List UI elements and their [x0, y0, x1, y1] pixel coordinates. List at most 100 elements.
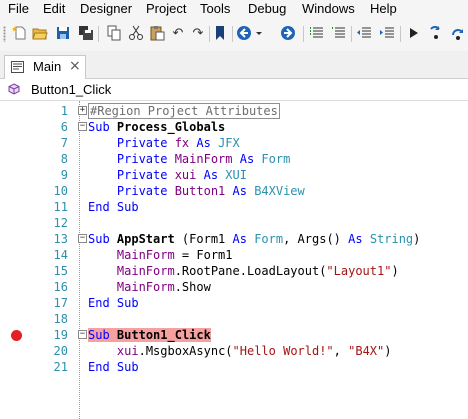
- code-editor[interactable]: 1 + #Region Project Attributes 6− Sub Proces…: [0, 101, 468, 419]
- code-text: Sub Button1_Click: [88, 327, 211, 343]
- tab-label: Main: [33, 59, 62, 74]
- code-token: .MsgboxAsync(: [138, 344, 233, 358]
- undo-icon[interactable]: ↶: [170, 25, 186, 41]
- bookmark-icon[interactable]: [212, 25, 228, 41]
- code-line[interactable]: 19 − Sub Button1_Click: [0, 327, 468, 343]
- menu-designer[interactable]: Designer: [80, 0, 132, 17]
- collapse-icon[interactable]: −: [78, 122, 87, 131]
- run-icon[interactable]: [406, 25, 422, 41]
- code-token: Form: [254, 232, 284, 246]
- expand-icon[interactable]: +: [78, 106, 87, 115]
- line-number: 14: [53, 248, 68, 262]
- line-number: 21: [53, 360, 68, 374]
- code-text: #Region Project Attributes: [88, 103, 280, 119]
- code-token: ): [391, 264, 399, 278]
- code-token: Sub: [88, 232, 117, 246]
- uncomment-icon[interactable]: [331, 25, 347, 41]
- code-line[interactable]: 7 Private fx As JFX: [0, 135, 468, 151]
- menu-file[interactable]: File: [8, 0, 29, 17]
- menu-tools[interactable]: Tools: [200, 0, 230, 17]
- code-line[interactable]: 17 End Sub: [0, 295, 468, 311]
- tab-main[interactable]: Main ×: [4, 55, 86, 79]
- code-text: Private xui As XUI: [88, 167, 247, 183]
- code-line[interactable]: 13 − Sub AppStart (Form1 As Form, Args() A…: [0, 231, 468, 247]
- paste-icon[interactable]: [149, 25, 165, 41]
- code-text: Private MainForm As Form: [88, 151, 290, 167]
- toolbar-grip[interactable]: [3, 26, 6, 42]
- line-number: 18: [53, 312, 68, 326]
- line-number: 7: [60, 136, 68, 150]
- toolbar-separator: [209, 26, 210, 42]
- collapse-icon[interactable]: −: [78, 330, 87, 339]
- code-token: Sub: [88, 328, 110, 342]
- code-token: Button1_Click: [116, 328, 211, 342]
- save-all-icon[interactable]: [78, 25, 94, 41]
- code-line[interactable]: 12: [0, 215, 468, 231]
- line-number: 17: [53, 296, 68, 310]
- dropdown-arrow-icon[interactable]: [254, 25, 264, 41]
- code-token: MainForm: [116, 248, 175, 262]
- code-text: Private fx As JFX: [88, 135, 240, 151]
- close-icon[interactable]: ×: [69, 58, 81, 74]
- code-line[interactable]: 6 − Sub Process_Globals: [0, 119, 468, 135]
- menu-debug[interactable]: Debug: [248, 0, 286, 17]
- menu-edit[interactable]: Edit: [43, 0, 65, 17]
- navigate-forward-icon[interactable]: [280, 25, 296, 41]
- code-line[interactable]: 14 MainForm = Form1: [0, 247, 468, 263]
- toolbar-separator: [303, 26, 304, 42]
- cube-icon: [8, 83, 20, 95]
- open-folder-icon[interactable]: [32, 25, 48, 41]
- collapse-icon[interactable]: −: [78, 234, 87, 243]
- code-line[interactable]: 18: [0, 311, 468, 327]
- breakpoint-icon[interactable]: [11, 330, 22, 341]
- code-token: , Args(): [283, 232, 349, 246]
- code-line[interactable]: 15 MainForm.RootPane.LoadLayout("Layout1…: [0, 263, 468, 279]
- code-token: As: [189, 136, 219, 150]
- code-token: AppStart: [116, 232, 175, 246]
- line-number: 6: [60, 120, 68, 134]
- indent-icon[interactable]: [379, 25, 395, 41]
- line-number: 16: [53, 280, 68, 294]
- code-line[interactable]: 10 Private Button1 As B4XView: [0, 183, 468, 199]
- line-number: 1: [60, 104, 68, 118]
- save-icon[interactable]: [55, 25, 71, 41]
- code-line[interactable]: 20 xui.MsgboxAsync("Hello World!", "B4X"…: [0, 343, 468, 359]
- step-over-icon[interactable]: [450, 25, 466, 41]
- sub-dropdown[interactable]: Button1_Click: [0, 79, 468, 101]
- code-token: [109, 328, 117, 342]
- code-token: Private: [116, 184, 175, 198]
- code-token: Process_Globals: [116, 120, 226, 134]
- comment-icon[interactable]: [309, 25, 325, 41]
- code-token: As: [232, 152, 262, 166]
- current-sub-label: Button1_Click: [31, 82, 112, 97]
- code-line[interactable]: 16 MainForm.Show: [0, 279, 468, 295]
- code-text: MainForm.RootPane.LoadLayout("Layout1"): [88, 263, 399, 279]
- code-token: .RootPane.LoadLayout(: [174, 264, 327, 278]
- code-text: Sub AppStart (Form1 As Form, Args() As S…: [88, 231, 420, 247]
- redo-icon[interactable]: ↷: [190, 25, 206, 41]
- copy-icon[interactable]: [106, 25, 122, 41]
- code-token: Private: [116, 152, 175, 166]
- outdent-icon[interactable]: [356, 25, 372, 41]
- menu-help[interactable]: Help: [370, 0, 397, 17]
- toolbar: ↶ ↷: [0, 17, 468, 51]
- line-number: 15: [53, 264, 68, 278]
- code-token: xui: [116, 344, 139, 358]
- cut-icon[interactable]: [128, 25, 144, 41]
- code-text: End Sub: [88, 359, 139, 375]
- line-number: 9: [60, 168, 68, 182]
- code-line[interactable]: 8 Private MainForm As Form: [0, 151, 468, 167]
- line-number: 20: [53, 344, 68, 358]
- code-text: End Sub: [88, 295, 139, 311]
- menu-windows[interactable]: Windows: [302, 0, 355, 17]
- code-token: MainForm: [116, 264, 175, 278]
- code-line[interactable]: 9 Private xui As XUI: [0, 167, 468, 183]
- navigate-back-icon[interactable]: [236, 25, 252, 41]
- code-line[interactable]: 11 End Sub: [0, 199, 468, 215]
- code-line[interactable]: 1 + #Region Project Attributes: [0, 103, 468, 119]
- menu-project[interactable]: Project: [146, 0, 186, 17]
- code-line[interactable]: 21 End Sub: [0, 359, 468, 375]
- new-file-icon[interactable]: [12, 25, 28, 41]
- step-icon[interactable]: [428, 25, 444, 41]
